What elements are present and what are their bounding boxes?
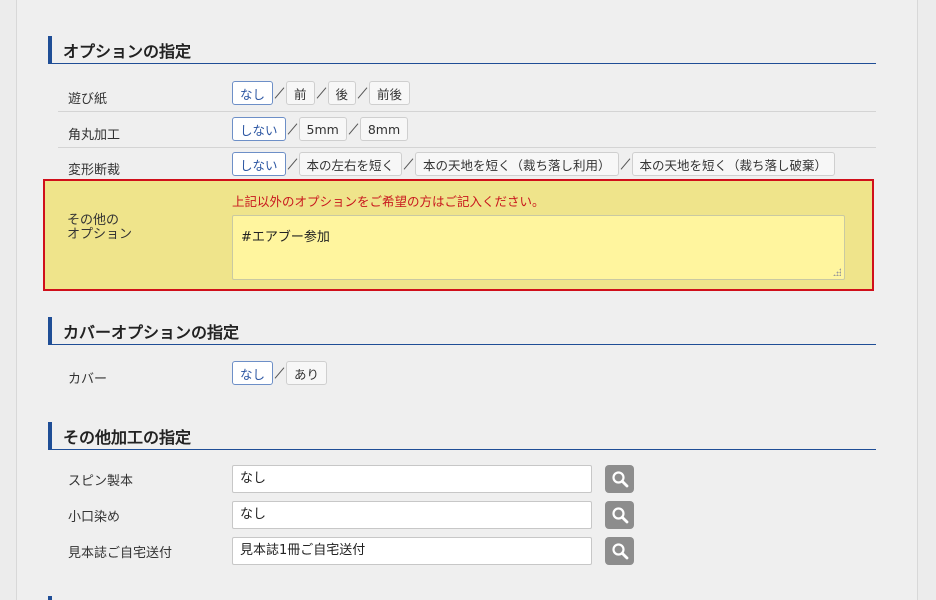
other-options-textarea[interactable]: #エアブー参加: [232, 215, 845, 280]
search-icon: [612, 471, 629, 488]
edge-select-input[interactable]: なし: [232, 501, 592, 529]
choice-group: しない 本の左右を短く 本の天地を短く（裁ち落し利用） 本の天地を短く（裁ち落し…: [232, 152, 836, 176]
choice-corner-5mm[interactable]: 5mm: [298, 117, 347, 141]
sample-search-button[interactable]: [605, 537, 634, 565]
separator-slash: [273, 361, 286, 385]
spine-select-input[interactable]: なし: [232, 465, 592, 493]
separator-slash: [273, 81, 286, 105]
section-heading-cover: カバーオプションの指定: [48, 317, 876, 345]
choice-endpaper-front[interactable]: 前: [286, 81, 315, 105]
section-heading-options: オプションの指定: [48, 36, 876, 64]
choice-group: しない 5mm 8mm: [232, 117, 409, 141]
choice-endpaper-both[interactable]: 前後: [369, 81, 411, 105]
option-label: 角丸加工: [68, 128, 121, 143]
separator-slash: [356, 81, 369, 105]
option-label: 遊び紙: [68, 92, 108, 107]
field-label: スピン製本: [68, 474, 134, 489]
choice-trim-height-bleed-use[interactable]: 本の天地を短く（裁ち落し利用）: [415, 152, 619, 176]
field-label: 小口染め: [68, 510, 121, 525]
section-heading-other-processing: その他加工の指定: [48, 422, 876, 450]
search-icon: [612, 507, 629, 524]
section-title: カバーオプションの指定: [63, 323, 240, 342]
resize-grip-icon[interactable]: [833, 268, 841, 276]
choice-corner-none[interactable]: しない: [232, 117, 286, 141]
field-row-sample: 見本誌ご自宅送付 見本誌1冊ご自宅送付: [58, 537, 658, 567]
option-row-cover: カバー なし あり: [58, 356, 876, 392]
choice-cover-none[interactable]: なし: [232, 361, 274, 385]
sample-select-input[interactable]: 見本誌1冊ご自宅送付: [232, 537, 592, 565]
choice-corner-8mm[interactable]: 8mm: [359, 117, 409, 141]
choice-trim-height-bleed-discard[interactable]: 本の天地を短く（裁ち落し破棄）: [631, 152, 836, 176]
edge-search-button[interactable]: [605, 501, 634, 529]
choice-trim-width[interactable]: 本の左右を短く: [298, 152, 403, 176]
field-row-edge: 小口染め なし: [58, 501, 658, 531]
option-label: カバー: [68, 372, 108, 387]
section-title: オプションの指定: [63, 42, 192, 61]
other-options-note: 上記以外のオプションをご希望の方はご記入ください。: [232, 194, 545, 209]
separator-slash: [347, 117, 360, 141]
spine-search-button[interactable]: [605, 465, 634, 493]
choice-cover-yes[interactable]: あり: [286, 361, 328, 385]
choice-endpaper-none[interactable]: なし: [232, 81, 274, 105]
separator-slash: [286, 152, 299, 176]
option-label: 変形断裁: [68, 163, 121, 178]
separator-slash: [286, 117, 299, 141]
choice-group: なし 前 後 前後: [232, 81, 411, 105]
separator-slash: [315, 81, 328, 105]
other-options-highlight: その他の オプション 上記以外のオプションをご希望の方はご記入ください。 #エア…: [43, 179, 874, 291]
choice-trim-none[interactable]: しない: [232, 152, 286, 176]
next-section-heading-edge: [48, 596, 52, 600]
separator-slash: [619, 152, 632, 176]
textarea-value: #エアブー参加: [241, 230, 330, 245]
field-row-spine: スピン製本 なし: [58, 465, 658, 495]
search-icon: [612, 543, 629, 560]
choice-group: なし あり: [232, 361, 328, 385]
separator-slash: [402, 152, 415, 176]
field-label: 見本誌ご自宅送付: [68, 546, 173, 561]
section-title: その他加工の指定: [63, 428, 192, 447]
option-row-trim: 変形断裁 しない 本の左右を短く 本の天地を短く（裁ち落し利用） 本の天地を短く…: [58, 147, 876, 183]
option-row-corner: 角丸加工 しない 5mm 8mm: [58, 112, 876, 148]
option-row-endpaper: 遊び紙 なし 前 後 前後: [58, 76, 876, 112]
choice-endpaper-back[interactable]: 後: [327, 81, 357, 105]
other-options-label: その他の オプション: [67, 213, 133, 242]
